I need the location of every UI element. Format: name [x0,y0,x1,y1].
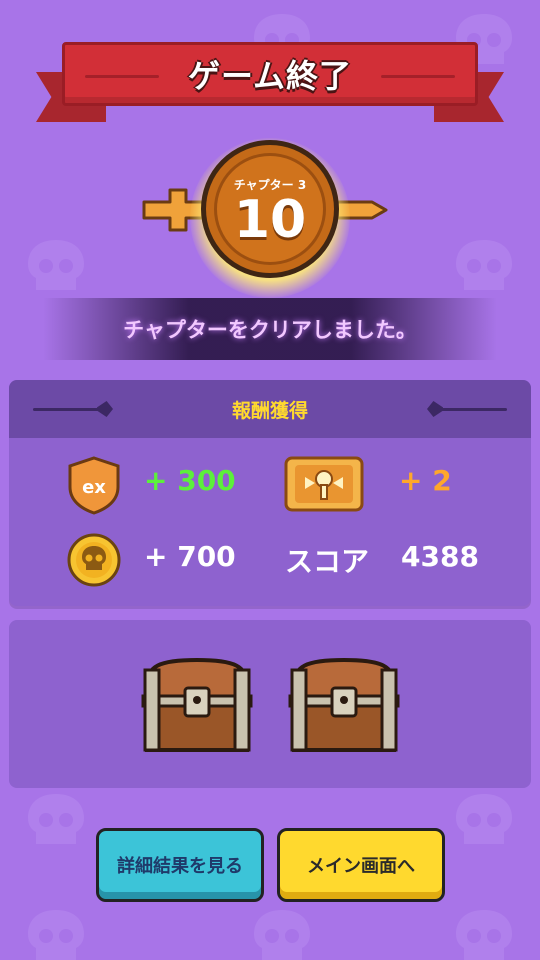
gold-coin-icon [66,532,122,588]
ribbon-banner: ゲーム終了 [62,42,478,106]
main-menu-button[interactable]: メイン画面へ [277,828,445,902]
chapter-number: 10 [233,189,307,250]
header-decoration [437,408,507,411]
skull-pattern-icon [24,238,88,294]
treasure-chest-icon[interactable] [137,656,257,756]
reward-title: 報酬獲得 [231,399,308,422]
exp-icon-label: ex [82,477,106,498]
skull-pattern-icon [452,792,516,848]
exp-value: + 300 [144,464,236,497]
reward-panel: 報酬獲得 ex + 300 + 2 + 700 スコア 4388 [9,380,531,606]
ribbon-decoration [85,75,159,78]
reward-header: 報酬獲得 [9,380,531,438]
score-value: 4388 [401,540,479,573]
ticket-value: + 2 [399,464,452,497]
header-decoration [97,401,113,417]
clear-banner: チャプターをクリアしました。 [0,298,540,360]
skull-pattern-icon [24,908,88,960]
skull-pattern-icon [452,238,516,294]
page-title: ゲーム終了 [187,57,353,95]
treasure-chest-icon[interactable] [284,656,404,756]
view-details-button[interactable]: 詳細結果を見る [96,828,264,902]
skull-pattern-icon [24,792,88,848]
exp-badge-icon: ex [66,455,122,515]
chest-panel [9,620,531,788]
gold-value: + 700 [144,540,236,573]
ticket-icon [283,453,365,515]
header-decoration [33,408,103,411]
score-label: スコア [285,545,370,578]
clear-message: チャプターをクリアしました。 [123,318,417,342]
ribbon-decoration [381,75,455,78]
skull-pattern-icon [250,908,314,960]
skull-pattern-icon [452,908,516,960]
chapter-medal: チャプター 3 10 [201,140,339,278]
title-ribbon: ゲーム終了 [36,42,504,122]
